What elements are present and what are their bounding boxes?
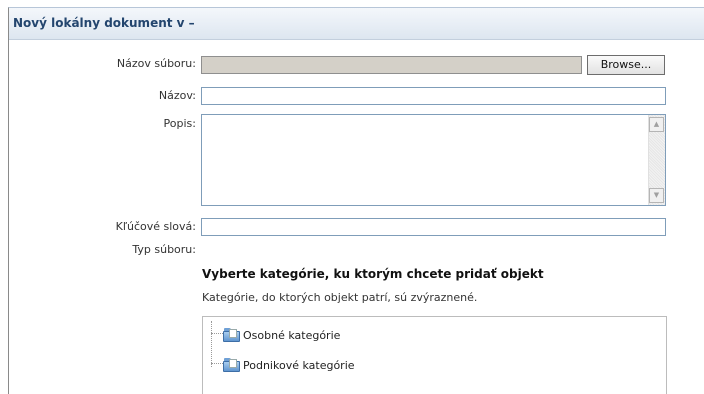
category-folder-icon xyxy=(223,328,241,342)
categories-subtext: Kategórie, do ktorých objekt patrí, sú z… xyxy=(202,291,478,304)
tree-connector xyxy=(211,321,212,367)
tree-item-personal-categories[interactable]: Osobné kategórie xyxy=(223,326,340,344)
tree-connector xyxy=(211,363,223,364)
scroll-up-arrow-icon[interactable]: ▲ xyxy=(649,117,664,132)
categories-heading: Vyberte kategórie, ku ktorým chcete prid… xyxy=(202,267,544,281)
name-input[interactable] xyxy=(201,87,666,105)
file-name-label: Názov súboru: xyxy=(116,57,196,70)
description-scrollbar[interactable]: ▲ ▼ xyxy=(648,115,665,205)
dialog-titlebar: Nový lokálny dokument v – xyxy=(9,8,704,40)
tree-item-enterprise-categories[interactable]: Podnikové kategórie xyxy=(223,356,355,374)
file-type-label: Typ súboru: xyxy=(132,243,196,256)
tree-item-label: Osobné kategórie xyxy=(243,328,341,342)
file-name-input[interactable] xyxy=(201,56,582,74)
category-tree: Osobné kategórie Podnikové kategórie xyxy=(202,316,667,394)
name-label: Názov: xyxy=(158,89,196,102)
description-textarea[interactable] xyxy=(201,114,666,206)
scroll-down-arrow-icon[interactable]: ▼ xyxy=(649,188,664,203)
keywords-label: Kľúčové slová: xyxy=(115,220,196,233)
category-folder-icon xyxy=(223,358,241,372)
keywords-input[interactable] xyxy=(201,218,666,236)
dialog-title: Nový lokálny dokument v – xyxy=(13,16,195,30)
tree-item-label: Podnikové kategórie xyxy=(243,358,355,372)
browse-button[interactable]: Browse... xyxy=(587,55,665,75)
description-label: Popis: xyxy=(163,117,196,130)
tree-connector xyxy=(211,333,223,334)
